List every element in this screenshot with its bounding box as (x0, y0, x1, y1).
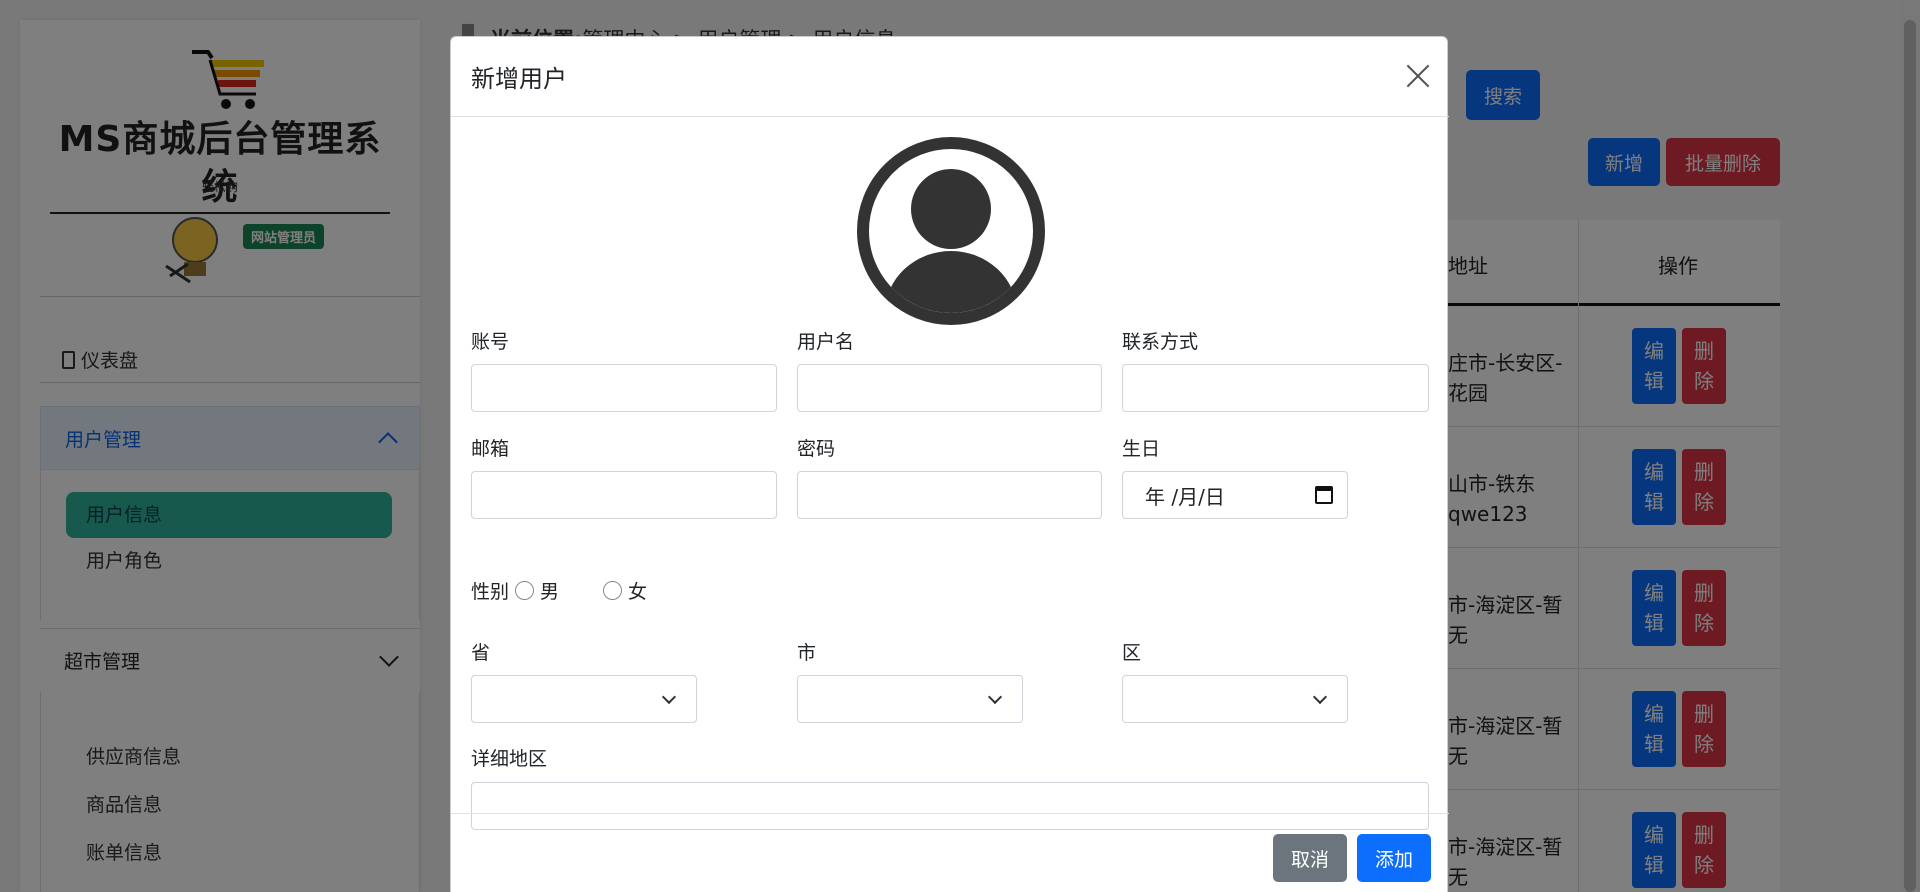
district-label: 区 (1122, 642, 1142, 664)
birthday-label: 生日 (1122, 438, 1161, 460)
email-input[interactable] (471, 471, 777, 519)
province-label: 省 (471, 642, 491, 664)
password-label: 密码 (797, 438, 836, 460)
user-avatar-icon[interactable] (857, 137, 1045, 325)
city-label: 市 (797, 642, 817, 664)
username-label: 用户名 (797, 331, 855, 353)
password-input[interactable] (797, 471, 1102, 519)
contact-label: 联系方式 (1122, 331, 1199, 353)
calendar-icon[interactable] (1315, 486, 1333, 504)
modal-title: 新增用户 (471, 65, 567, 93)
chevron-down-icon (1312, 689, 1328, 705)
add-user-modal: 新增用户 账号 用户名 联系方式 邮箱 密码 生日 年 /月/日 性别 男 女 … (450, 36, 1449, 892)
chevron-down-icon (661, 689, 677, 705)
chevron-down-icon (987, 689, 1003, 705)
address-detail-label: 详细地区 (471, 748, 548, 770)
account-label: 账号 (471, 331, 510, 353)
gender-female-label: 女 (628, 581, 648, 603)
district-select[interactable] (1122, 675, 1348, 723)
gender-female-radio[interactable] (603, 581, 623, 600)
birthday-date-input[interactable]: 年 /月/日 (1122, 471, 1348, 519)
email-label: 邮箱 (471, 438, 510, 460)
account-input[interactable] (471, 364, 777, 412)
gender-label: 性别 (471, 581, 510, 603)
close-icon[interactable] (1403, 61, 1433, 91)
city-select[interactable] (797, 675, 1023, 723)
gender-group: 性别 男 女 (471, 577, 647, 604)
username-input[interactable] (797, 364, 1102, 412)
gender-male-radio[interactable] (515, 581, 535, 600)
modal-header: 新增用户 (451, 37, 1449, 117)
modal-footer: 取消 添加 (451, 813, 1449, 892)
contact-input[interactable] (1122, 364, 1429, 412)
add-user-button[interactable]: 添加 (1357, 834, 1431, 882)
date-placeholder: 年 /月/日 (1145, 484, 1225, 509)
cancel-button[interactable]: 取消 (1273, 834, 1347, 882)
province-select[interactable] (471, 675, 697, 723)
gender-male-label: 男 (540, 581, 560, 603)
